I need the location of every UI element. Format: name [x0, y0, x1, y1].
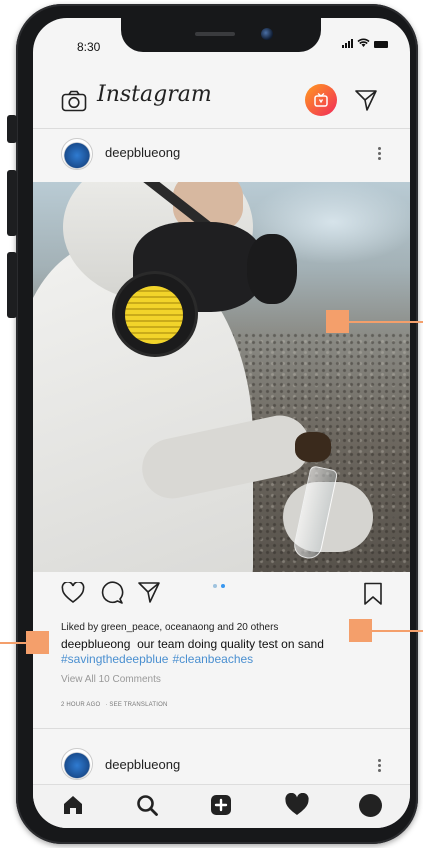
igtv-icon[interactable]: [305, 84, 337, 116]
annotation-marker: [326, 310, 349, 333]
phone-side-button: [7, 115, 17, 143]
phone-notch: [121, 18, 321, 52]
post-header: deepblueong: [33, 128, 410, 176]
annotation-line: [372, 630, 423, 632]
view-comments-link[interactable]: View All 10 Comments: [61, 674, 161, 685]
avatar[interactable]: [61, 748, 93, 780]
speaker-grill: [195, 32, 235, 36]
front-camera: [261, 28, 273, 40]
hashtags: #savingthedeepblue #cleanbeaches: [61, 652, 257, 666]
phone-side-button: [7, 252, 17, 318]
bookmark-icon[interactable]: [363, 582, 383, 606]
home-icon[interactable]: [61, 793, 85, 817]
heart-icon[interactable]: [284, 793, 310, 817]
search-icon[interactable]: [135, 793, 159, 817]
heart-outline-icon[interactable]: [61, 582, 85, 604]
post-username[interactable]: deepblueong: [105, 757, 180, 772]
battery-icon: [374, 41, 388, 48]
phone-screen: 8:30 Instagram deepblueong Liked by gree…: [33, 18, 410, 828]
carousel-indicator: [213, 584, 225, 588]
time-ago: 2 HOUR AGO: [61, 702, 101, 708]
more-options-icon[interactable]: [378, 757, 382, 774]
status-icons: [342, 38, 388, 48]
carousel-dot-active: [221, 584, 225, 588]
mask-filter-yellow: [125, 286, 183, 344]
liked-by-text[interactable]: Liked by green_peace, oceanaong and 20 o…: [61, 622, 278, 633]
avatar[interactable]: [61, 138, 93, 170]
comment-icon[interactable]: [100, 581, 124, 605]
status-time: 8:30: [77, 40, 101, 54]
camera-icon[interactable]: [61, 90, 87, 112]
post-divider: [33, 728, 410, 729]
sand-sample: [295, 432, 331, 462]
post-time-info: 2 HOUR AGO · SEE TRANSLATION: [61, 702, 173, 708]
post-photo[interactable]: [33, 182, 410, 572]
wifi-icon: [357, 38, 370, 47]
hashtag-link[interactable]: #cleanbeaches: [172, 652, 253, 666]
post-caption: deepblueong our team doing quality test …: [61, 637, 324, 651]
profile-icon[interactable]: [359, 794, 382, 817]
annotation-line: [349, 321, 423, 323]
hashtag-link[interactable]: #savingthedeepblue: [61, 652, 168, 666]
carousel-dot: [213, 584, 217, 588]
phone-side-button: [7, 170, 17, 236]
annotation-marker: [26, 631, 49, 654]
more-options-icon[interactable]: [378, 145, 382, 162]
caption-username[interactable]: deepblueong: [61, 637, 130, 651]
signal-icon: [342, 39, 353, 48]
bottom-nav: [33, 784, 410, 828]
post-username[interactable]: deepblueong: [105, 145, 180, 160]
paper-plane-icon[interactable]: [354, 88, 378, 112]
caption-text: our team doing quality test on sand: [137, 637, 324, 651]
annotation-line: [0, 642, 26, 644]
next-post-header: deepblueong: [33, 730, 410, 780]
annotation-marker: [349, 619, 372, 642]
share-icon[interactable]: [137, 580, 161, 604]
see-translation-link[interactable]: · SEE TRANSLATION: [105, 702, 167, 708]
instagram-logo: Instagram: [97, 82, 212, 107]
add-post-icon[interactable]: [209, 793, 233, 817]
mask-filter-right: [247, 234, 297, 304]
